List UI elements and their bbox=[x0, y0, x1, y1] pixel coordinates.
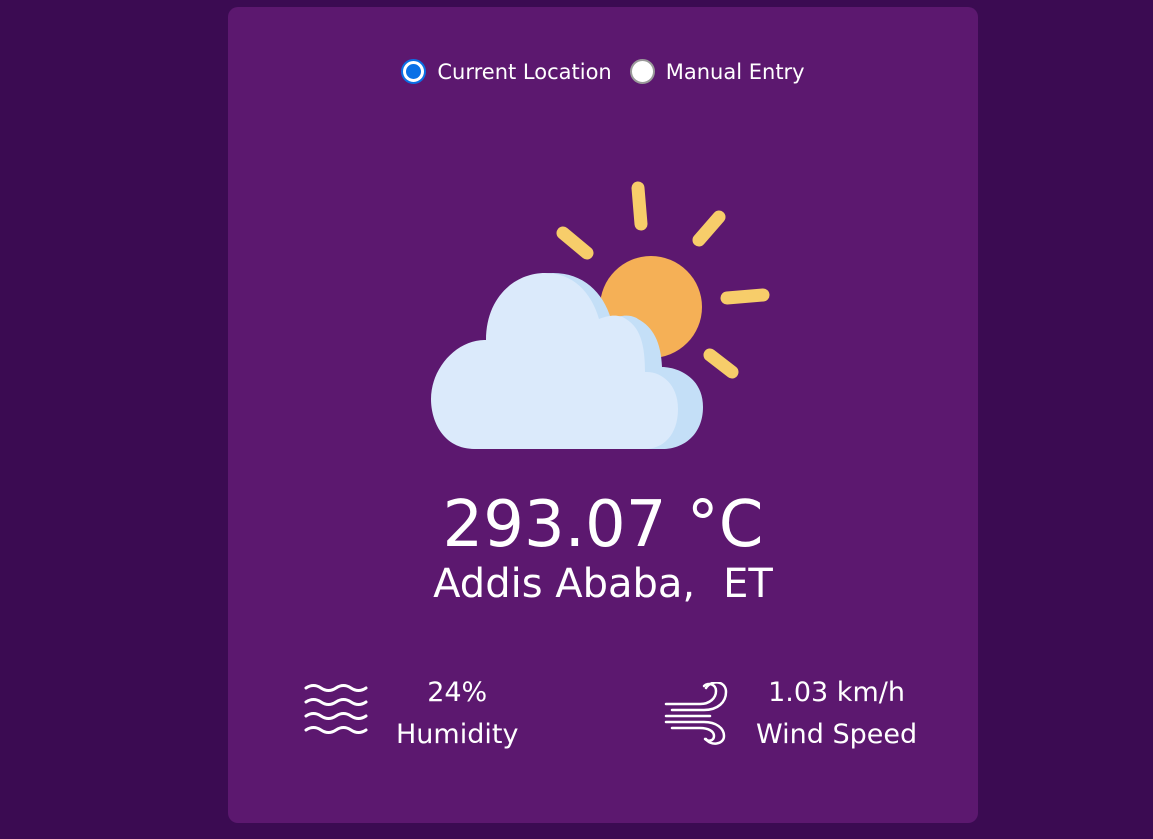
humidity-value: 24% bbox=[427, 677, 488, 708]
humidity-label: Humidity bbox=[396, 719, 519, 750]
country-code: ET bbox=[723, 561, 773, 607]
partly-cloudy-icon bbox=[431, 181, 770, 449]
wind-label: Wind Speed bbox=[756, 719, 918, 750]
manual-entry-radio[interactable]: Manual Entry bbox=[629, 59, 805, 84]
humidity-waves-icon bbox=[304, 684, 368, 734]
location-mode-selector: Current Location Manual Entry bbox=[228, 59, 978, 84]
location-name: Addis Ababa, ET bbox=[228, 559, 978, 609]
radio-checked-icon[interactable] bbox=[401, 59, 427, 84]
current-location-label[interactable]: Current Location bbox=[437, 60, 611, 84]
weather-card: Current Location Manual Entry 293.07 °C … bbox=[228, 7, 978, 823]
wind-icon bbox=[664, 682, 728, 745]
city-name: Addis Ababa, bbox=[433, 561, 696, 607]
current-location-radio[interactable]: Current Location bbox=[401, 59, 612, 84]
humidity-stat: 24% Humidity bbox=[304, 672, 518, 756]
temperature: 293.07 °C bbox=[442, 488, 764, 562]
manual-entry-label[interactable]: Manual Entry bbox=[666, 60, 805, 84]
radio-unchecked-icon[interactable] bbox=[629, 59, 655, 84]
wind-value: 1.03 km/h bbox=[768, 677, 905, 708]
wind-stat: 1.03 km/h Wind Speed bbox=[664, 672, 917, 756]
